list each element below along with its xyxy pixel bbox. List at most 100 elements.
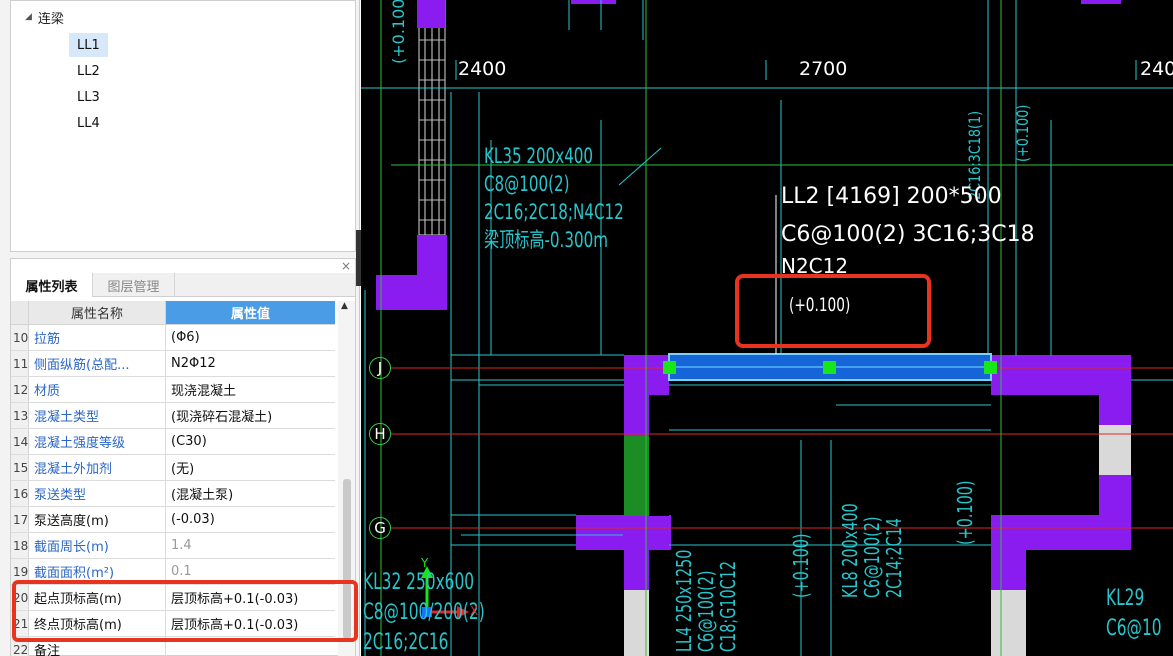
property-name-cell: 混凝土强度等级	[29, 429, 166, 454]
property-value-cell[interactable]: (无)	[166, 455, 335, 480]
ll2-line-2: C6@100(2) 3C16;3C18	[781, 222, 1035, 247]
property-value-cell[interactable]: (Φ6)	[166, 325, 335, 350]
ll4-line-2: C6@100(2)	[694, 570, 718, 652]
kl8-line-3: 2C14;2C14	[882, 518, 906, 598]
wall-gap	[649, 395, 669, 516]
kl8-annotation: KL8 200x400 C6@100(2) 2C14;2C14	[838, 503, 906, 598]
ll4-elevation: (+0.100)	[789, 533, 813, 598]
dimension-2700: 2700	[799, 58, 848, 80]
dimension-240: 240	[1140, 58, 1173, 80]
kl29-line-1: KL29	[1106, 586, 1145, 611]
header-property-name: 属性名称	[29, 301, 166, 325]
table-row[interactable]: 13 混凝土类型 (现浇碎石混凝土)	[11, 403, 335, 429]
purple-walls	[376, 0, 1131, 656]
axis-bubble-g: G	[369, 517, 391, 539]
cad-drawing	[361, 0, 1173, 656]
axis-lines-green	[380, 0, 1173, 656]
property-value-cell[interactable]: 1.4	[166, 533, 335, 558]
table-row[interactable]: 14 混凝土强度等级 (C30)	[11, 429, 335, 455]
property-name-cell: 拉筋	[29, 325, 166, 350]
header-num	[11, 301, 29, 325]
row-number: 11	[11, 351, 29, 376]
kl8-line-1: KL8 200x400	[838, 503, 862, 598]
property-value-cell[interactable]: (混凝土泵)	[166, 481, 335, 506]
property-name-cell: 材质	[29, 377, 166, 402]
row-number: 16	[11, 481, 29, 506]
property-name-cell: 泵送类型	[29, 481, 166, 506]
ucs-x-label: X	[470, 604, 479, 618]
table-row[interactable]: 11 侧面纵筋(总配... N2Φ12	[11, 351, 335, 377]
kl35-annotation: KL35 200x400 C8@100(2) 2C16;2C18;N4C12 梁…	[484, 142, 624, 254]
kl35-line-3: 2C16;2C18;N4C12	[484, 200, 624, 224]
row-number: 17	[11, 507, 29, 532]
label-top-left-elevation: (+0.100	[389, 0, 408, 64]
tab-layer-management[interactable]: 图层管理	[93, 273, 175, 297]
property-value-cell[interactable]: 现浇混凝土	[166, 377, 335, 402]
tree-item-ll3[interactable]: LL3	[69, 85, 108, 109]
dimension-2400: 2400	[458, 58, 507, 80]
cyan-beam-lines	[361, 0, 1173, 656]
ll2-annotation: LL2 [4169] 200*500 C6@100(2) 3C16;3C18	[781, 178, 1035, 254]
table-row[interactable]: 18 截面周长(m) 1.4	[11, 533, 335, 559]
kl29-annotation: KL29 C6@10	[1106, 584, 1162, 644]
kl35-line-4: 梁顶标高-0.300m	[484, 228, 608, 252]
green-wall-segment	[624, 436, 649, 516]
row-number: 18	[11, 533, 29, 558]
property-name-cell: 侧面纵筋(总配...	[29, 351, 166, 376]
table-row[interactable]: 12 材质 现浇混凝土	[11, 377, 335, 403]
kl32-line-1: KL32 250x600	[363, 570, 475, 595]
property-value-cell[interactable]: (现浇碎石混凝土)	[166, 403, 335, 428]
kl32-annotation: KL32 250x600 C8@100/200(2) 2C16;2C16	[363, 568, 485, 656]
kl29-line-2: C6@10	[1106, 616, 1162, 641]
kl8-elevation: (+0.100)	[953, 480, 977, 545]
kl35-line-1: KL35 200x400	[484, 144, 594, 168]
selected-beam-ll2[interactable]	[663, 353, 997, 381]
property-name-cell: 混凝土外加剂	[29, 455, 166, 480]
vertical-label-top-elev: (+0.100)	[1013, 104, 1032, 162]
ll4-annotation: LL4 250x1250 C6@100(2) C18;G10C12	[672, 549, 740, 652]
collapse-triangle-icon[interactable]: ◢	[25, 12, 32, 22]
tree-item-ll2[interactable]: LL2	[69, 59, 108, 83]
ll2-line-4: (+0.100)	[789, 294, 851, 316]
kl35-line-2: C8@100(2)	[484, 172, 570, 196]
kl32-line-3: 2C16;2C16	[363, 630, 449, 655]
tree-parent-label: 连梁	[37, 11, 64, 27]
table-row[interactable]: 17 泵送高度(m) (-0.03)	[11, 507, 335, 533]
table-row[interactable]: 10 拉筋 (Φ6)	[11, 325, 335, 351]
left-panel: ◢ 连梁 LL1 LL2 LL3 LL4 × 属性列表 图层管理 属性名称 属性…	[0, 0, 360, 656]
row-number: 13	[11, 403, 29, 428]
ll4-line-3: C18;G10C12	[716, 560, 740, 652]
close-icon[interactable]: ×	[341, 259, 351, 273]
ll4-line-1: LL4 250x1250	[672, 549, 696, 652]
row-number: 15	[11, 455, 29, 480]
tree-item-ll1[interactable]: LL1	[69, 33, 108, 57]
property-value-cell[interactable]: (C30)	[166, 429, 335, 454]
tab-property-list[interactable]: 属性列表	[11, 273, 93, 297]
property-tabs: 属性列表 图层管理	[11, 273, 355, 297]
dimension-ticks	[455, 60, 1137, 80]
property-name-cell: 混凝土类型	[29, 403, 166, 428]
highlight-box-elevation-rows	[12, 580, 358, 642]
scroll-up-icon[interactable]: ▲	[341, 301, 348, 311]
kl35-leader	[618, 147, 662, 186]
axis-bubble-h: H	[369, 423, 391, 445]
table-row[interactable]: 16 泵送类型 (混凝土泵)	[11, 481, 335, 507]
property-value-cell[interactable]: N2Φ12	[166, 351, 335, 376]
row-number: 10	[11, 325, 29, 350]
kl8-line-2: C6@100(2)	[860, 516, 884, 598]
row-number: 12	[11, 377, 29, 402]
table-row[interactable]: 15 混凝土外加剂 (无)	[11, 455, 335, 481]
kl32-line-2: C8@100/200(2)	[363, 600, 485, 625]
ucs-y-label: Y	[421, 556, 429, 570]
header-property-value: 属性值	[166, 301, 335, 325]
property-value-cell[interactable]: (-0.03)	[166, 507, 335, 532]
property-name-cell: 截面周长(m)	[29, 533, 166, 558]
row-number: 14	[11, 429, 29, 454]
cad-canvas[interactable]: 2400 2700 240 (+0.100 KL35 200x400 C8@10…	[361, 0, 1173, 656]
ll2-line-3: N2C12	[781, 254, 849, 278]
tree-item-ll4[interactable]: LL4	[69, 111, 108, 135]
property-name-cell: 泵送高度(m)	[29, 507, 166, 532]
grid-header: 属性名称 属性值	[11, 301, 335, 325]
tree-node-coupling-beam[interactable]: ◢ 连梁	[25, 7, 64, 27]
component-tree: ◢ 连梁 LL1 LL2 LL3 LL4	[10, 0, 356, 252]
